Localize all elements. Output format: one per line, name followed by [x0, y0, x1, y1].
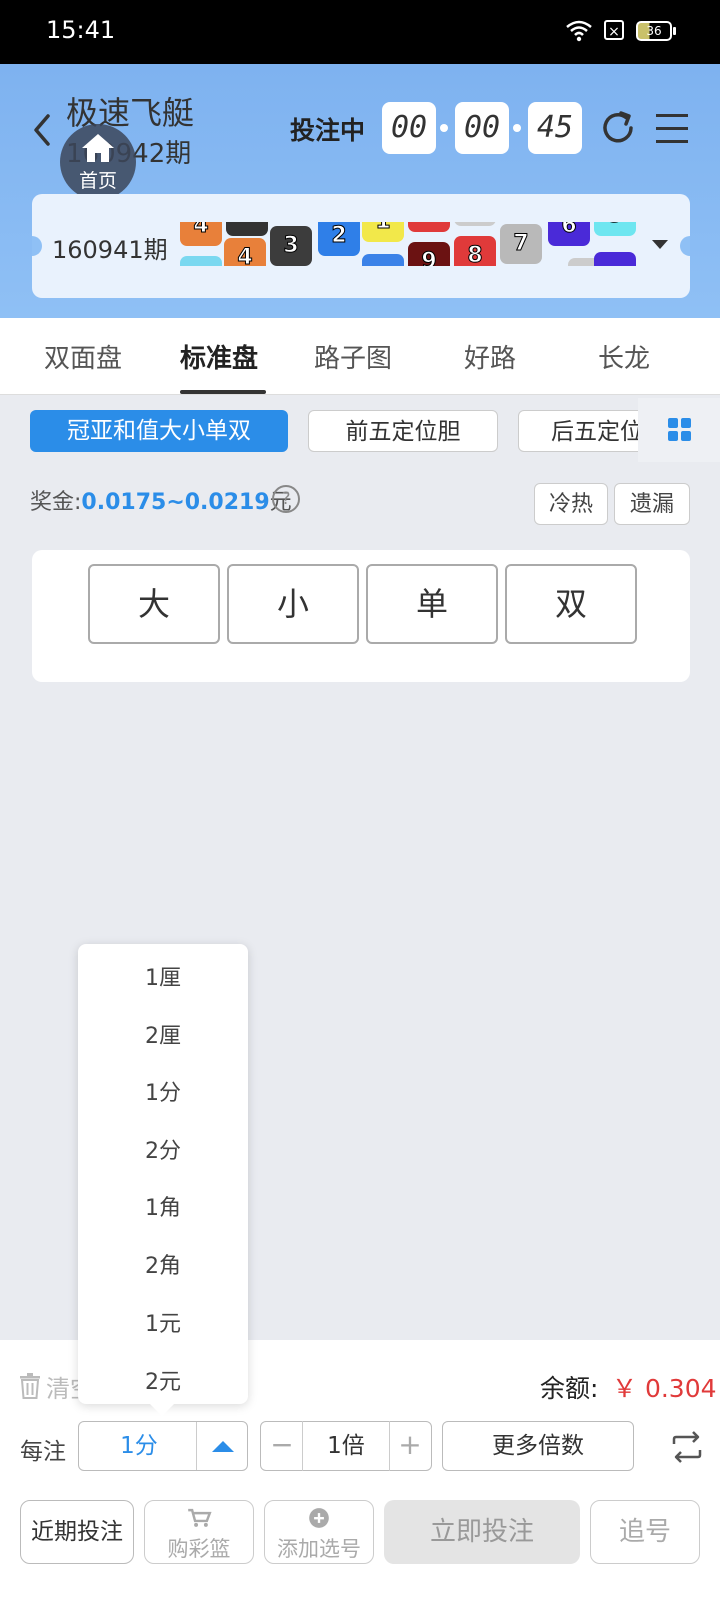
add-selection-button[interactable]: 添加选号 — [264, 1500, 374, 1564]
card-notch — [680, 236, 690, 256]
multiplier-minus-button[interactable]: − — [262, 1421, 302, 1471]
grid-icon — [681, 431, 691, 441]
battery-icon: 36 — [636, 21, 672, 41]
results-dropdown-icon[interactable] — [652, 240, 668, 249]
balance-value: ￥ 0.304 — [612, 1374, 717, 1403]
prize-info: 奖金:0.0175~0.0219元 — [30, 484, 292, 516]
divider — [196, 1422, 197, 1470]
dropdown-pointer — [150, 1404, 174, 1416]
option-even[interactable]: 双 — [505, 564, 637, 644]
tab-bar: 双面盘 标准盘 路子图 好路 长龙 — [0, 318, 720, 395]
result-ball-partial — [226, 222, 268, 236]
grid-icon — [668, 431, 678, 441]
countdown-separator — [440, 124, 448, 132]
prize-value: 0.0175~0.0219 — [81, 490, 270, 515]
unit-option[interactable]: 1角 — [78, 1190, 248, 1222]
unit-option[interactable]: 2分 — [78, 1133, 248, 1165]
subtab-sum-big-small[interactable]: 冠亚和值大小单双 — [30, 410, 288, 452]
countdown-hours: 00 — [382, 102, 436, 154]
active-tab-indicator — [180, 390, 266, 394]
last-period: 160941期 — [52, 236, 168, 264]
cart-icon — [188, 1508, 212, 1527]
result-ball-partial — [362, 254, 404, 266]
tab-double-side[interactable]: 双面盘 — [44, 338, 122, 375]
help-icon[interactable]: ? — [272, 485, 300, 513]
add-selection-label: 添加选号 — [277, 1537, 361, 1561]
unit-value[interactable]: 1分 — [80, 1421, 198, 1471]
result-ball: 5 — [594, 222, 636, 236]
countdown-separator — [513, 124, 521, 132]
play-grid-button[interactable] — [638, 398, 720, 462]
wifi-icon — [566, 20, 592, 42]
trash-icon[interactable] — [18, 1372, 42, 1400]
card-notch — [32, 236, 42, 256]
home-icon — [82, 134, 114, 162]
chase-number-button[interactable]: 追号 — [590, 1500, 700, 1564]
tab-good-road[interactable]: 好路 — [464, 338, 516, 375]
unit-option[interactable]: 2元 — [78, 1364, 248, 1396]
countdown-seconds: 45 — [528, 102, 582, 154]
subtab-back-five[interactable]: 后五定位 — [518, 410, 648, 452]
sim-off-icon: × — [604, 20, 624, 40]
result-ball: 4 — [224, 238, 266, 266]
prize-label: 奖金: — [30, 490, 82, 515]
swap-icon[interactable] — [670, 1430, 704, 1464]
unit-option[interactable]: 1分 — [78, 1075, 248, 1107]
recent-bets-button[interactable]: 近期投注 — [20, 1500, 134, 1564]
home-label: 首页 — [78, 170, 117, 192]
result-ball-partial — [180, 256, 222, 266]
balance-label: 余额: — [540, 1374, 599, 1403]
grid-icon — [681, 418, 691, 428]
result-balls: 4 4 3 2 1 9 8 7 6 5 — [176, 222, 666, 266]
hot-cold-button[interactable]: 冷热 — [534, 483, 608, 525]
countdown-minutes: 00 — [455, 102, 509, 154]
menu-icon[interactable] — [654, 110, 690, 146]
result-ball-partial — [594, 252, 636, 266]
option-odd[interactable]: 单 — [366, 564, 498, 644]
status-bar: 15:41 × 36 — [0, 0, 720, 64]
more-multiplier-button[interactable]: 更多倍数 — [442, 1421, 634, 1471]
home-button[interactable]: 首页 — [60, 124, 136, 200]
result-ball-partial — [454, 222, 496, 226]
result-ball: 1 — [362, 222, 404, 242]
result-ball-partial — [408, 222, 450, 232]
option-big[interactable]: 大 — [88, 564, 220, 644]
basket-button[interactable]: 购彩篮 — [144, 1500, 254, 1564]
caret-up-icon[interactable] — [212, 1441, 234, 1452]
multiplier-plus-button[interactable]: + — [390, 1421, 430, 1471]
multiplier-value[interactable]: 1倍 — [302, 1421, 390, 1471]
result-ball: 3 — [270, 226, 312, 266]
grid-icon — [668, 418, 678, 428]
battery-level: 36 — [646, 24, 662, 38]
per-bet-label: 每注 — [20, 1439, 66, 1465]
refresh-icon[interactable] — [598, 108, 638, 148]
back-icon[interactable] — [28, 110, 58, 150]
battery-cap — [673, 27, 676, 35]
result-ball: 4 — [180, 222, 222, 246]
basket-label: 购彩篮 — [167, 1537, 231, 1561]
tab-trend-chart[interactable]: 路子图 — [314, 338, 392, 375]
unit-option[interactable]: 1厘 — [78, 960, 248, 992]
unit-dropdown: 1厘 2厘 1分 2分 1角 2角 1元 2元 — [78, 944, 248, 1404]
option-small[interactable]: 小 — [227, 564, 359, 644]
result-ball: 7 — [500, 224, 542, 264]
tab-standard[interactable]: 标准盘 — [180, 338, 258, 375]
unit-option[interactable]: 2角 — [78, 1248, 248, 1280]
unit-option[interactable]: 1元 — [78, 1306, 248, 1338]
unit-option[interactable]: 2厘 — [78, 1018, 248, 1050]
result-ball: 9 — [408, 242, 450, 266]
status-time: 15:41 — [46, 16, 116, 44]
result-ball: 8 — [454, 236, 496, 266]
result-ball: 6 — [548, 222, 590, 246]
subtab-front-five[interactable]: 前五定位胆 — [308, 410, 498, 452]
missing-button[interactable]: 遗漏 — [614, 483, 690, 525]
bet-status: 投注中 — [290, 116, 366, 145]
tab-long-dragon[interactable]: 长龙 — [598, 338, 650, 375]
result-ball: 2 — [318, 222, 360, 256]
plus-circle-icon — [309, 1508, 329, 1528]
bet-now-button[interactable]: 立即投注 — [384, 1500, 580, 1564]
